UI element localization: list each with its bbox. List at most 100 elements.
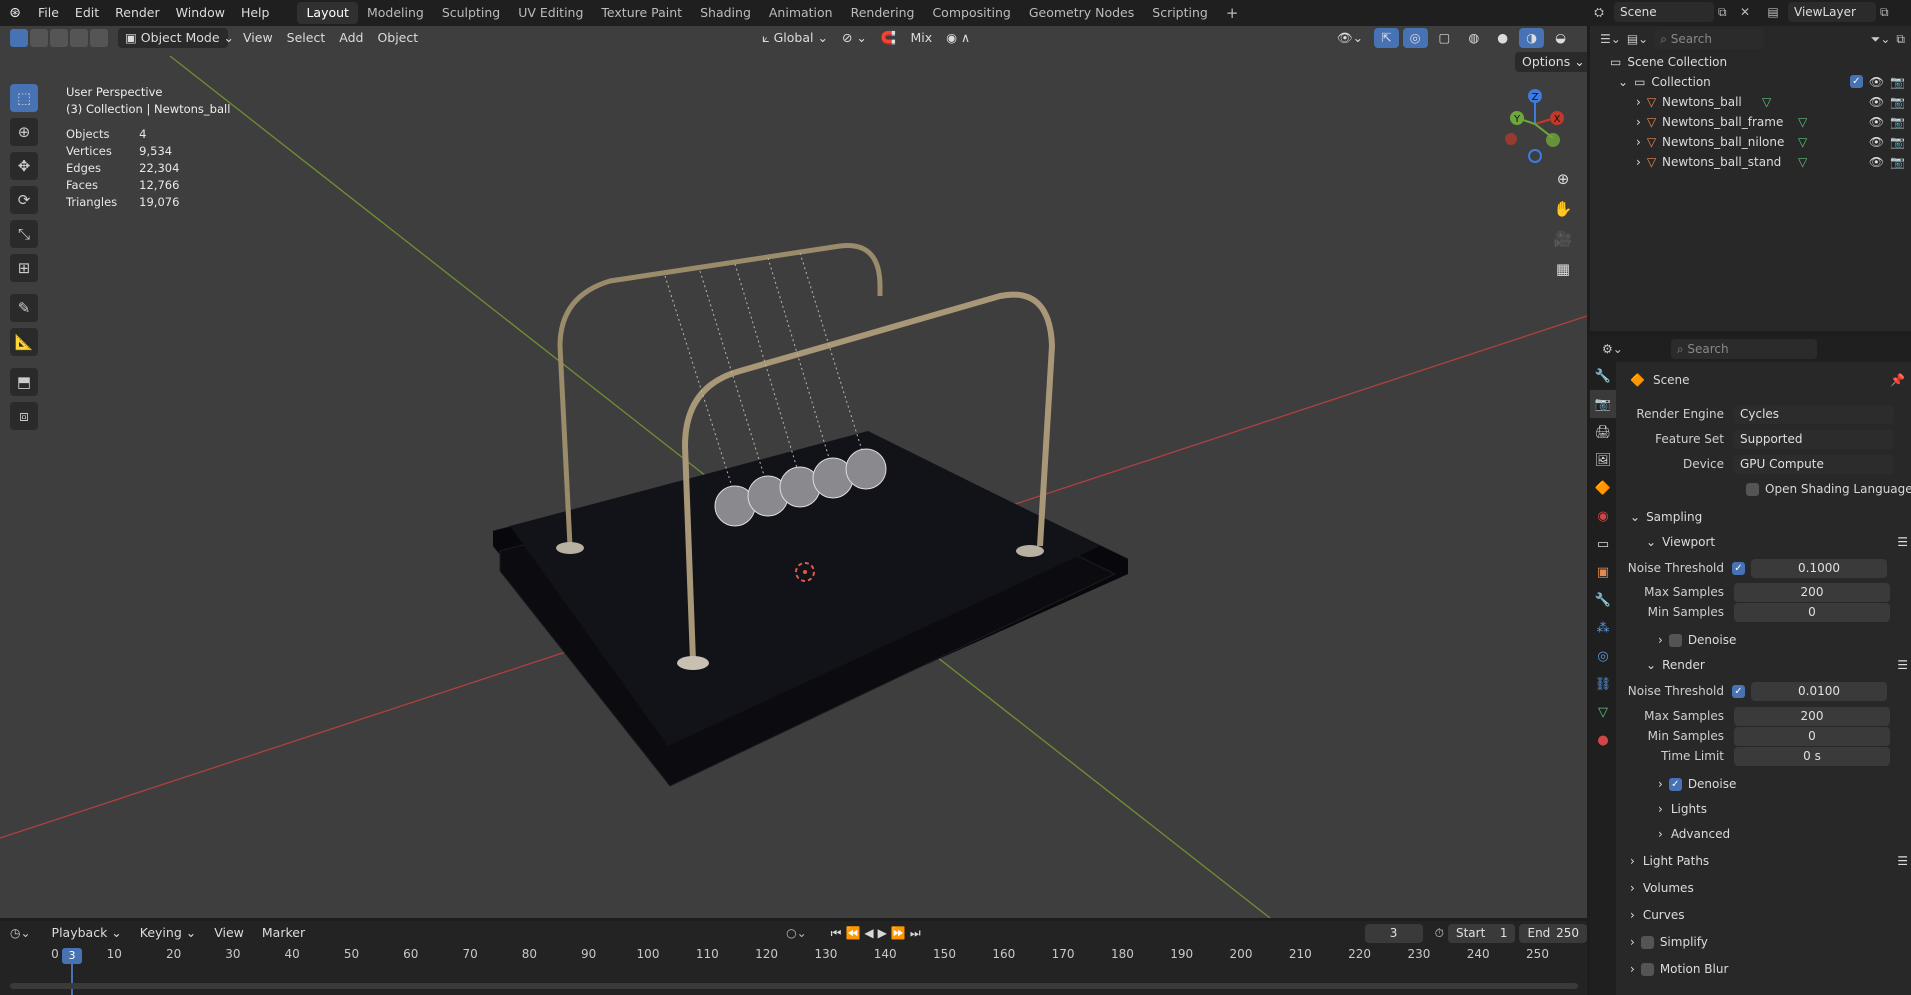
scene-tab-icon[interactable]: 🔶 xyxy=(1590,474,1616,502)
extrude-tool-icon[interactable]: ⧈ xyxy=(10,402,38,430)
data-tab-icon[interactable]: ▽ xyxy=(1590,698,1616,726)
advanced-subpanel-header[interactable]: › Advanced xyxy=(1658,823,1730,845)
subtract-mode-icon[interactable] xyxy=(50,29,68,47)
render-engine-dropdown[interactable]: Cycles xyxy=(1734,404,1894,424)
expand-arrow-icon[interactable]: › xyxy=(1636,115,1641,129)
list-icon[interactable]: ☰ xyxy=(1897,535,1908,549)
snap-mode-dropdown[interactable]: Mix xyxy=(903,28,939,48)
tab-layout[interactable]: Layout xyxy=(297,2,358,24)
zoom-icon[interactable]: ⊕ xyxy=(1550,166,1576,192)
transform-orientation-dropdown[interactable]: ⟀ Global ⌄ xyxy=(755,28,835,48)
measure-tool-icon[interactable]: 📐 xyxy=(10,328,38,356)
menu-add[interactable]: Add xyxy=(332,28,370,48)
add-cube-tool-icon[interactable]: ⬒ xyxy=(10,368,38,396)
scene-selector[interactable]: Scene xyxy=(1614,2,1714,22)
expand-arrow-icon[interactable]: › xyxy=(1636,155,1641,169)
blender-logo-icon[interactable]: ⊛ xyxy=(0,5,30,21)
r-min-field[interactable]: 0 xyxy=(1734,726,1890,746)
motion-blur-panel-header[interactable]: › Motion Blur xyxy=(1630,958,1728,980)
menu-file[interactable]: File xyxy=(30,0,67,26)
menu-select[interactable]: Select xyxy=(280,28,333,48)
outliner-item[interactable]: › ▽ Newtons_ball_nilone ▽ 👁 📷 xyxy=(1590,132,1911,152)
menu-render[interactable]: Render xyxy=(107,0,168,26)
display-mode-icon[interactable]: ▤⌄ xyxy=(1627,32,1648,46)
camera-icon[interactable]: 📷 xyxy=(1890,135,1905,149)
intersect-mode-icon[interactable] xyxy=(90,29,108,47)
pivot-point-icon[interactable]: ⊘ ⌄ xyxy=(835,28,874,48)
tab-modeling[interactable]: Modeling xyxy=(358,2,433,24)
transform-tool-icon[interactable]: ⊞ xyxy=(10,254,38,282)
scene-collection-row[interactable]: ▭ Scene Collection xyxy=(1590,52,1911,72)
tab-sculpting[interactable]: Sculpting xyxy=(433,2,509,24)
camera-icon[interactable]: 📷 xyxy=(1890,155,1905,169)
pan-hand-icon[interactable]: ✋ xyxy=(1550,196,1576,222)
expand-arrow-icon[interactable]: › xyxy=(1636,95,1641,109)
light-paths-panel-header[interactable]: › Light Paths ☰ xyxy=(1630,850,1908,872)
eye-icon[interactable]: 👁 xyxy=(1869,95,1884,109)
menu-view[interactable]: View xyxy=(236,28,280,48)
camera-icon[interactable]: 📷 xyxy=(1890,75,1905,89)
vp-denoise-header[interactable]: › Denoise xyxy=(1658,629,1736,651)
menu-edit[interactable]: Edit xyxy=(67,0,107,26)
camera-icon[interactable]: 📷 xyxy=(1890,115,1905,129)
camera-icon[interactable]: 📷 xyxy=(1890,95,1905,109)
collection-tab-icon[interactable]: ▭ xyxy=(1590,530,1616,558)
view-layer-tab-icon[interactable]: 🖼 xyxy=(1590,446,1616,474)
playhead-marker[interactable]: 3 xyxy=(62,948,82,964)
object-mode-dropdown[interactable]: ▣ Object Mode ⌄ xyxy=(118,28,234,48)
output-tab-icon[interactable]: 🖨 xyxy=(1590,418,1616,446)
volumes-panel-header[interactable]: › Volumes xyxy=(1630,877,1694,899)
osl-checkbox[interactable] xyxy=(1746,482,1759,496)
outliner-search-input[interactable]: ⌕ Search xyxy=(1654,29,1765,49)
vp-noise-checkbox[interactable]: ✓ xyxy=(1732,561,1745,575)
r-noise-checkbox[interactable]: ✓ xyxy=(1732,684,1745,698)
rotate-tool-icon[interactable]: ⟳ xyxy=(10,186,38,214)
tab-compositing[interactable]: Compositing xyxy=(923,2,1019,24)
eye-icon[interactable]: 👁 xyxy=(1869,75,1884,89)
tab-texture-paint[interactable]: Texture Paint xyxy=(592,2,691,24)
material-shading-icon[interactable]: ◑ xyxy=(1519,28,1545,48)
vp-max-field[interactable]: 200 xyxy=(1734,582,1890,602)
timeline-scrollbar[interactable] xyxy=(10,983,1578,989)
snap-icon[interactable]: 🧲 xyxy=(874,28,904,48)
properties-editor-type-icon[interactable]: ⚙⌄ xyxy=(1602,342,1623,356)
tab-shading[interactable]: Shading xyxy=(691,2,760,24)
render-subpanel-header[interactable]: ⌄ Render ☰ xyxy=(1646,654,1908,676)
tab-scripting[interactable]: Scripting xyxy=(1143,2,1217,24)
scene-icon[interactable]: ⛭ xyxy=(1588,5,1610,20)
outliner-item[interactable]: › ▽ Newtons_ball ▽ 👁 📷 xyxy=(1590,92,1911,112)
rendered-shading-icon[interactable]: ◒ xyxy=(1548,28,1573,48)
new-view-layer-icon[interactable]: ⧉ xyxy=(1880,5,1898,20)
outliner-item[interactable]: › ▽ Newtons_ball_stand ▽ 👁 📷 xyxy=(1590,152,1911,172)
view-layer-selector[interactable]: ViewLayer xyxy=(1788,2,1876,22)
cursor-tool-icon[interactable]: ⊕ xyxy=(10,118,38,146)
physics-tab-icon[interactable]: ◎ xyxy=(1590,642,1616,670)
render-tab-icon[interactable]: 📷 xyxy=(1590,390,1616,418)
scale-tool-icon[interactable]: ⤡ xyxy=(10,220,38,248)
gizmo-toggle-icon[interactable]: ⇱ xyxy=(1374,28,1399,48)
new-scene-icon[interactable]: ⧉ xyxy=(1718,5,1736,20)
simplify-checkbox[interactable] xyxy=(1640,935,1654,949)
eye-icon[interactable]: 👁 xyxy=(1869,115,1884,129)
simplify-panel-header[interactable]: › Simplify xyxy=(1630,931,1708,953)
tab-geometry-nodes[interactable]: Geometry Nodes xyxy=(1020,2,1143,24)
vp-min-field[interactable]: 0 xyxy=(1734,602,1890,622)
list-icon[interactable]: ☰ xyxy=(1897,854,1908,868)
lights-subpanel-header[interactable]: › Lights xyxy=(1658,798,1707,820)
camera-view-icon[interactable]: 🎥 xyxy=(1550,226,1576,252)
options-dropdown[interactable]: Options ⌄ xyxy=(1515,52,1587,72)
collection-checkbox[interactable]: ✓ xyxy=(1849,75,1863,88)
move-tool-icon[interactable]: ✥ xyxy=(10,152,38,180)
visibility-icon[interactable]: 👁⌄ xyxy=(1330,28,1370,48)
r-denoise-header[interactable]: › ✓ Denoise xyxy=(1658,773,1736,795)
expand-arrow-icon[interactable]: › xyxy=(1636,135,1641,149)
vp-noise-field[interactable]: 0.1000 xyxy=(1751,558,1887,578)
feature-set-dropdown[interactable]: Supported xyxy=(1734,429,1894,449)
expand-arrow-icon[interactable]: ⌄ xyxy=(1618,75,1628,89)
add-workspace-button[interactable]: + xyxy=(1217,2,1248,24)
particles-tab-icon[interactable]: ⁂ xyxy=(1590,614,1616,642)
osl-row[interactable]: Open Shading Language xyxy=(1746,479,1911,499)
menu-help[interactable]: Help xyxy=(233,0,278,26)
world-tab-icon[interactable]: ◉ xyxy=(1590,502,1616,530)
navigation-gizmo[interactable]: Z X Y xyxy=(1495,84,1565,164)
